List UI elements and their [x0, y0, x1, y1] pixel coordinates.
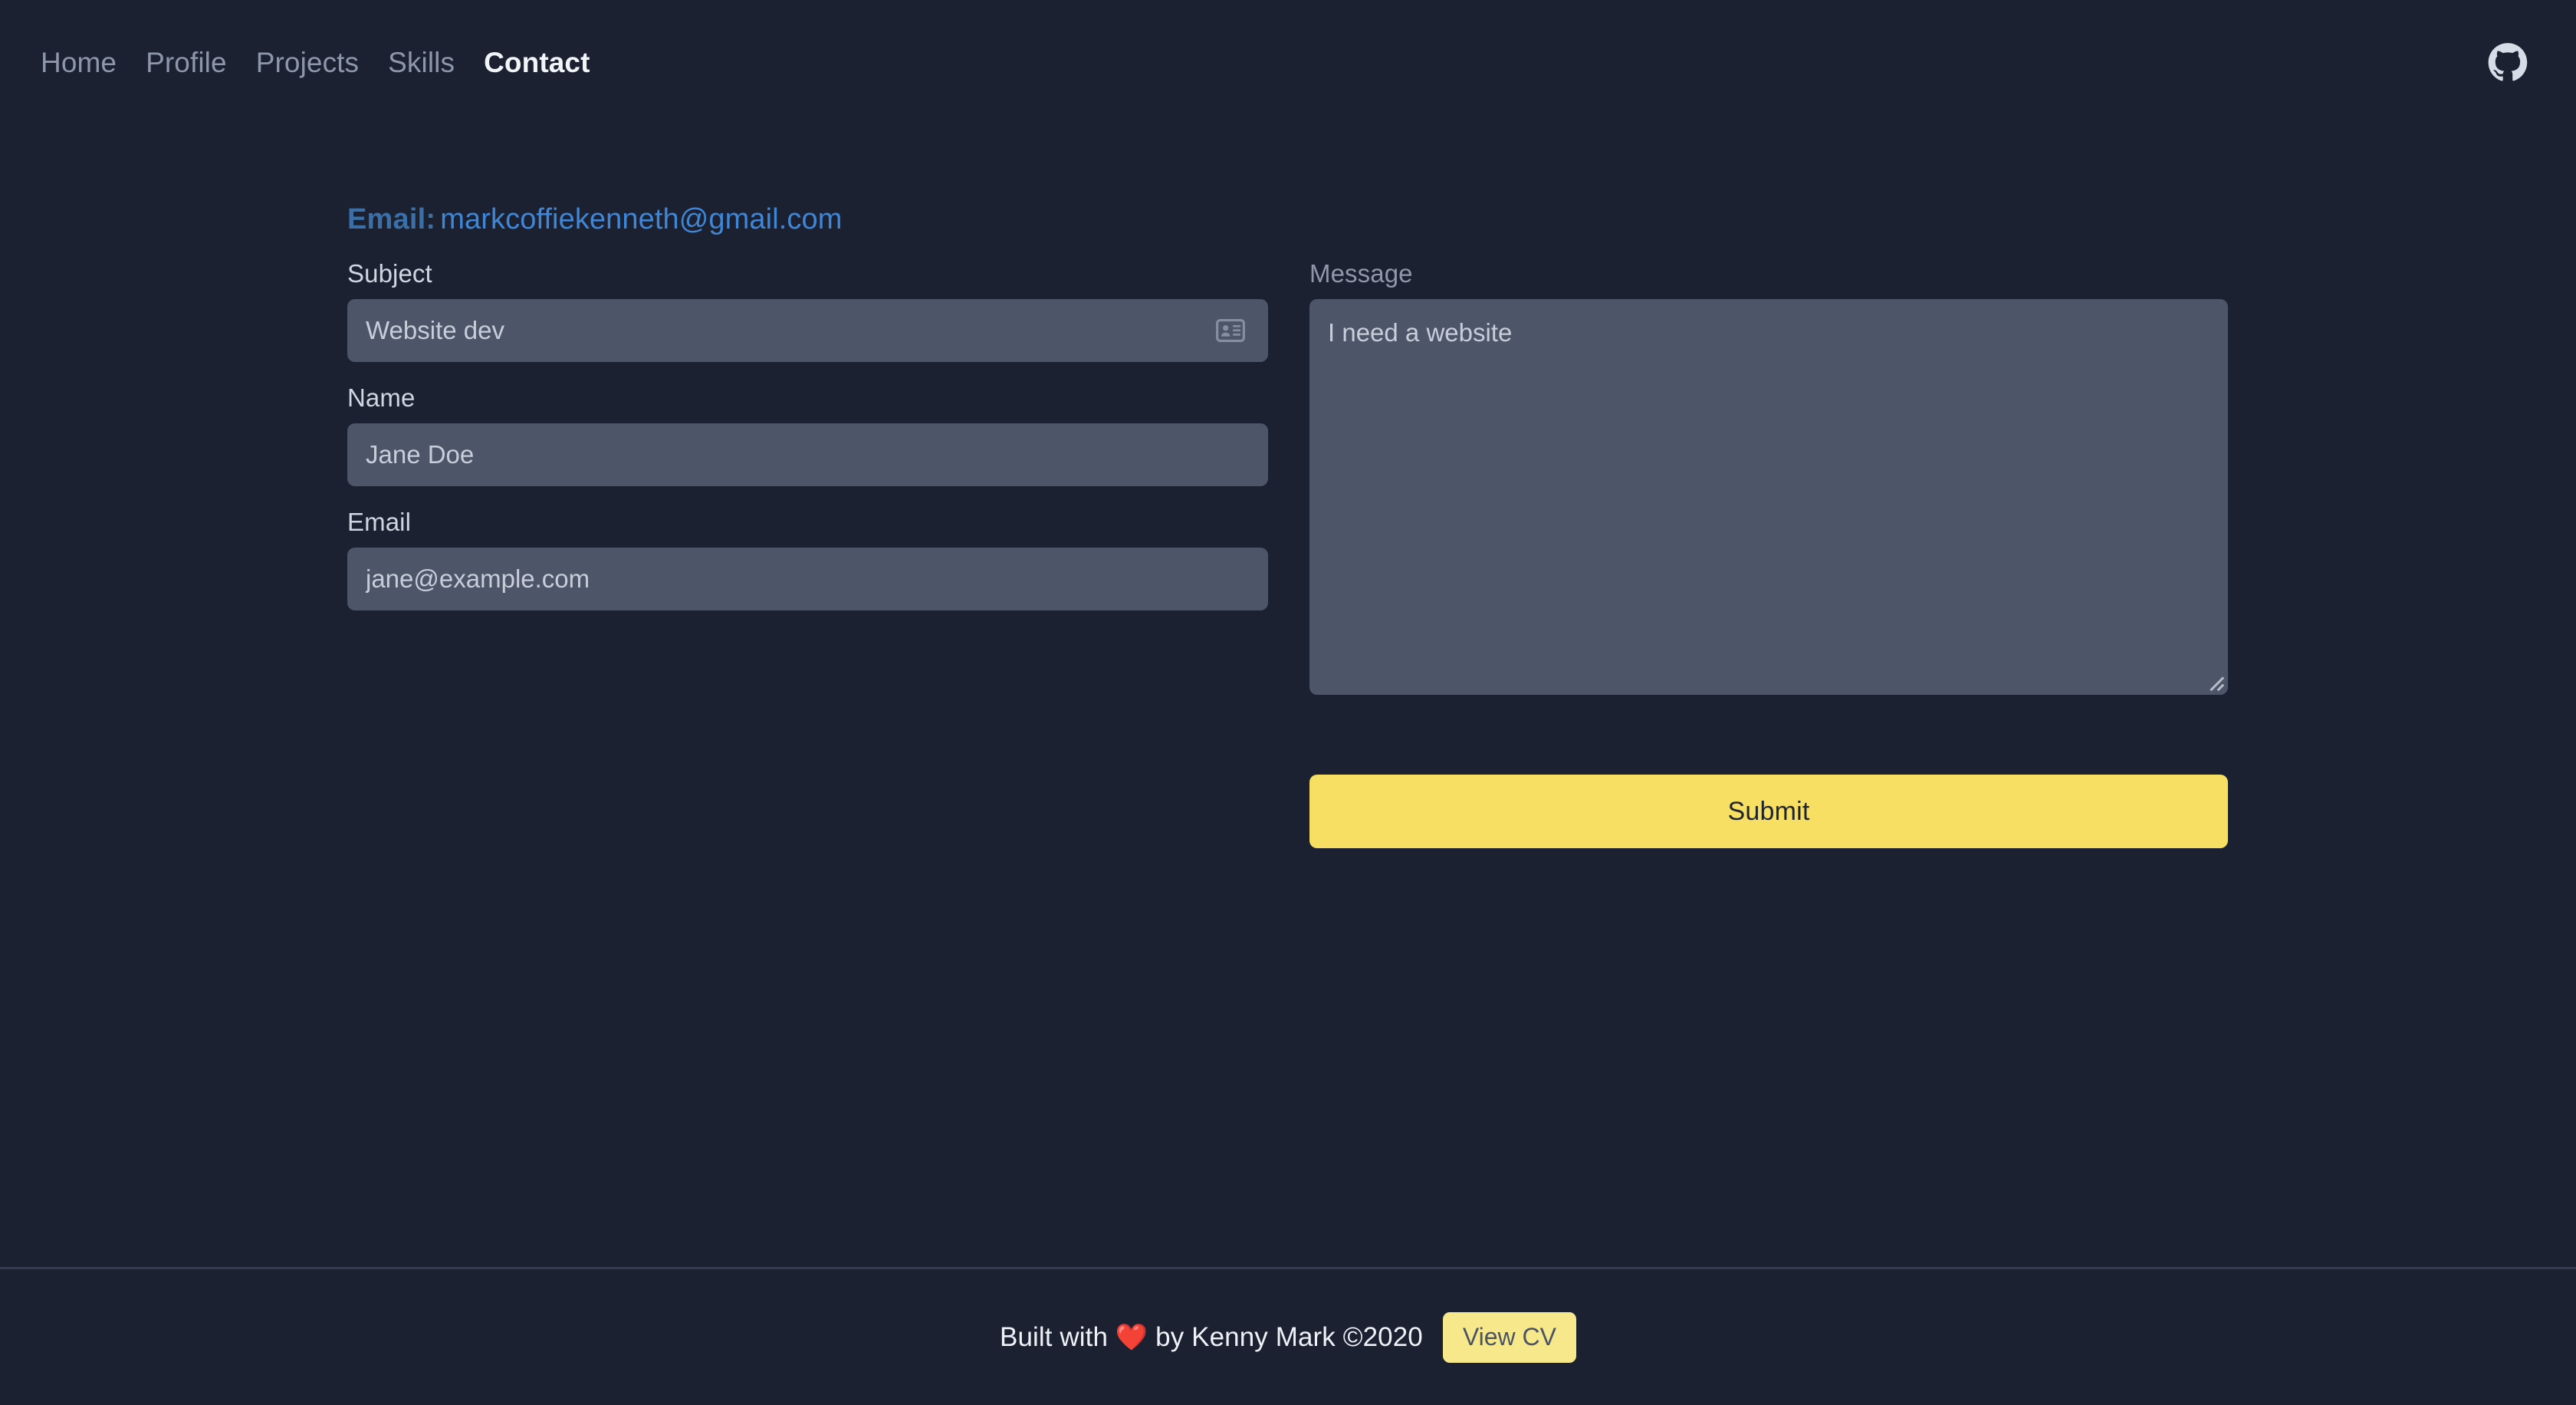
submit-button[interactable]: Submit	[1309, 775, 2228, 848]
nav-item-profile[interactable]: Profile	[131, 48, 242, 77]
nav-item-projects[interactable]: Projects	[242, 48, 373, 77]
heart-icon: ❤️	[1116, 1323, 1148, 1352]
email-input-holder	[347, 548, 1268, 610]
nav-item-contact[interactable]: Contact	[469, 48, 604, 77]
contact-form-wrapper: Email:markcoffiekenneth@gmail.com Subjec…	[347, 205, 2228, 848]
subject-input[interactable]	[347, 299, 1268, 362]
github-icon	[2487, 42, 2528, 84]
email-address-link[interactable]: markcoffiekenneth@gmail.com	[440, 203, 842, 235]
email-line-label: Email:	[347, 203, 435, 235]
contact-card-autofill-icon[interactable]	[1216, 319, 1245, 342]
top-navbar: Home Profile Projects Skills Contact	[0, 0, 2576, 125]
name-field-group: Name	[347, 385, 1268, 486]
email-field-group: Email	[347, 509, 1268, 610]
subject-input-holder	[347, 299, 1268, 362]
email-line: Email:markcoffiekenneth@gmail.com	[347, 205, 2228, 234]
contact-page: Home Profile Projects Skills Contact Ema…	[0, 0, 2576, 1405]
email-label: Email	[347, 509, 1268, 535]
footer-author-text: by Kenny Mark ©2020	[1155, 1322, 1423, 1352]
name-input[interactable]	[347, 423, 1268, 486]
nav-item-home[interactable]: Home	[37, 48, 131, 77]
form-right-column: Message Submit	[1309, 261, 2228, 848]
footer-built-with-text: Built with	[1000, 1322, 1108, 1352]
subject-label: Subject	[347, 261, 1268, 286]
name-label: Name	[347, 385, 1268, 410]
message-textarea-holder	[1309, 299, 2228, 695]
form-left-column: Subject	[347, 261, 1268, 610]
github-link[interactable]	[2486, 41, 2530, 85]
name-input-holder	[347, 423, 1268, 486]
main-content: Email:markcoffiekenneth@gmail.com Subjec…	[0, 125, 2576, 1267]
contact-form: Subject	[347, 261, 2228, 848]
footer-credit-text: Built with ❤️ by Kenny Mark ©2020	[1000, 1324, 1423, 1351]
view-cv-button[interactable]: View CV	[1443, 1312, 1576, 1363]
page-footer: Built with ❤️ by Kenny Mark ©2020 View C…	[0, 1267, 2576, 1405]
nav-links: Home Profile Projects Skills Contact	[37, 48, 605, 77]
message-textarea[interactable]	[1309, 299, 2228, 695]
message-label: Message	[1309, 261, 2228, 286]
nav-item-skills[interactable]: Skills	[373, 48, 469, 77]
subject-field-group: Subject	[347, 261, 1268, 362]
email-input[interactable]	[347, 548, 1268, 610]
message-field-group: Message	[1309, 261, 2228, 695]
